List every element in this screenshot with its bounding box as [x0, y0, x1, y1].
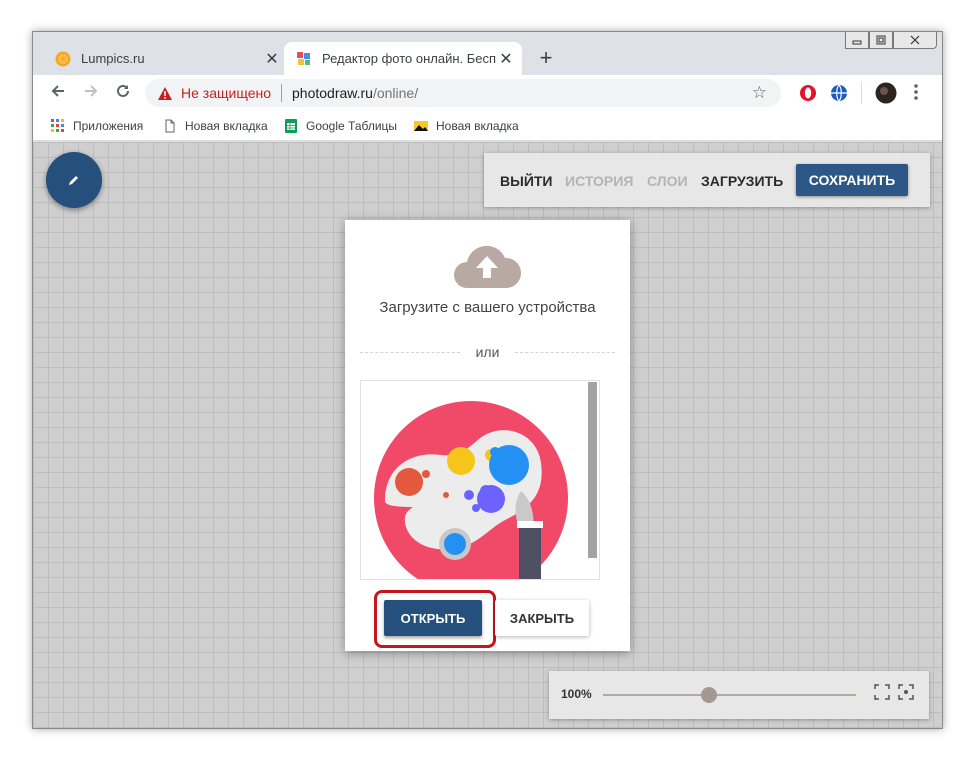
- upload-from-device-text[interactable]: Загрузите с вашего устройства: [345, 299, 630, 316]
- security-text: Не защищено: [181, 85, 271, 101]
- close-tab-icon[interactable]: ✕: [496, 49, 516, 69]
- window-controls: [845, 32, 937, 50]
- warning-triangle-icon: [158, 86, 172, 100]
- maximize-button[interactable]: [869, 32, 893, 49]
- fit-screen-icon[interactable]: [874, 684, 890, 700]
- open-button[interactable]: ОТКРЫТЬ: [384, 600, 482, 636]
- menu-layers[interactable]: СЛОИ: [647, 173, 688, 189]
- editor-top-menu: ВЫЙТИ ИСТОРИЯ СЛОИ ЗАГРУЗИТЬ СОХРАНИТЬ: [484, 153, 930, 207]
- bookmark-label: Новая вкладка: [436, 119, 519, 133]
- bookmark-new-tab-2[interactable]: Новая вкладка: [414, 119, 519, 133]
- cloud-upload-icon: [454, 245, 521, 288]
- avatar[interactable]: [875, 82, 897, 109]
- close-window-button[interactable]: [893, 32, 937, 49]
- menu-history[interactable]: ИСТОРИЯ: [565, 173, 633, 189]
- tab-title: Редактор фото онлайн. Бесплат: [322, 51, 496, 66]
- bookmark-apps[interactable]: Приложения: [51, 119, 143, 133]
- url-host: photodraw.ru: [292, 85, 373, 101]
- back-arrow-icon: [51, 85, 64, 97]
- divider-right: [515, 352, 615, 353]
- url-path: /online/: [372, 85, 419, 101]
- actual-size-icon[interactable]: [898, 684, 914, 700]
- minimize-icon: [852, 40, 862, 45]
- minimize-button[interactable]: [845, 32, 869, 49]
- menu-dots-icon[interactable]: [913, 83, 919, 106]
- palette-image: [374, 401, 568, 579]
- tab-photodraw[interactable]: Редактор фото онлайн. Бесплат ✕: [284, 42, 522, 75]
- zoom-value: 100%: [561, 687, 592, 701]
- reload-button[interactable]: [114, 82, 132, 105]
- new-tab-button[interactable]: +: [533, 45, 559, 71]
- tab-strip: Lumpics.ru ✕ Редактор фото онлайн. Беспл…: [33, 32, 942, 75]
- image-preview[interactable]: [360, 380, 600, 580]
- bookmark-label: Приложения: [73, 119, 144, 133]
- tab-title: Lumpics.ru: [81, 51, 145, 66]
- menu-exit[interactable]: ВЫЙТИ: [500, 173, 553, 189]
- bookmark-google-sheets[interactable]: Google Таблицы: [284, 119, 397, 133]
- forward-button[interactable]: [82, 82, 100, 105]
- bookmark-label: Google Таблицы: [306, 119, 398, 133]
- save-button[interactable]: СОХРАНИТЬ: [796, 164, 908, 196]
- browser-window: Lumpics.ru ✕ Редактор фото онлайн. Беспл…: [32, 31, 943, 729]
- pencil-icon: [69, 176, 78, 185]
- url-text: photodraw.ru/online/: [292, 85, 418, 101]
- lumpics-orange-icon: [55, 51, 71, 66]
- forward-arrow-icon: [85, 85, 98, 97]
- bookmark-star-icon[interactable]: ☆: [752, 83, 767, 103]
- page-icon: [165, 119, 175, 133]
- photodraw-icon: [297, 51, 310, 65]
- bookmarks-bar: Приложения Новая вкладка Google Таблицы …: [33, 113, 942, 141]
- tab-lumpics[interactable]: Lumpics.ru ✕: [43, 42, 288, 75]
- sheets-icon: [285, 119, 297, 133]
- preview-scrollbar[interactable]: [588, 382, 597, 558]
- omnibox-separator: [281, 84, 282, 102]
- bookmark-new-tab-1[interactable]: Новая вкладка: [163, 119, 268, 133]
- maximize-icon: [876, 35, 886, 45]
- apps-grid-icon: [51, 119, 64, 132]
- upload-dialog: Загрузите с вашего устройства или ОТКРЫТ…: [345, 220, 630, 651]
- toolbar-divider: [861, 82, 862, 104]
- bookmark-label: Новая вкладка: [185, 119, 268, 133]
- zoom-slider-thumb[interactable]: [701, 687, 718, 703]
- reload-icon: [117, 84, 129, 97]
- opera-extension-icon[interactable]: [799, 84, 817, 107]
- close-tab-icon[interactable]: ✕: [262, 49, 282, 69]
- image-icon: [414, 121, 428, 131]
- editor-canvas-area: ВЫЙТИ ИСТОРИЯ СЛОИ ЗАГРУЗИТЬ СОХРАНИТЬ З…: [33, 142, 942, 728]
- close-button[interactable]: ЗАКРЫТЬ: [495, 600, 589, 636]
- zoom-panel: 100%: [549, 671, 929, 719]
- address-bar[interactable]: Не защищено photodraw.ru/online/ ☆: [145, 79, 781, 107]
- security-warning[interactable]: Не защищено: [157, 85, 271, 101]
- zoom-slider-track[interactable]: [603, 694, 856, 696]
- close-icon: [910, 35, 920, 45]
- menu-upload[interactable]: ЗАГРУЗИТЬ: [701, 173, 783, 189]
- globe-extension-icon[interactable]: [830, 84, 848, 107]
- back-button[interactable]: [49, 82, 67, 105]
- edit-fab-button[interactable]: [46, 152, 102, 208]
